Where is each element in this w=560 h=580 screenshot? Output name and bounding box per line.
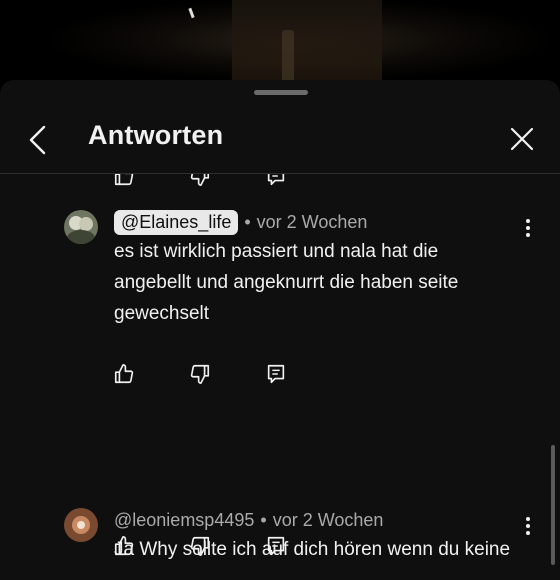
- comment-actions: [110, 532, 290, 560]
- thumbs-up-icon: [114, 536, 134, 556]
- scrollbar[interactable]: [551, 445, 555, 565]
- previous-comment-actions: [110, 174, 290, 190]
- video-frame-speck: [188, 7, 195, 19]
- avatar-image: [64, 210, 98, 244]
- reply-button[interactable]: [262, 360, 290, 388]
- dislike-button[interactable]: [186, 532, 214, 560]
- dislike-button[interactable]: [186, 360, 214, 388]
- avatar[interactable]: [64, 210, 98, 244]
- reply-icon: [267, 174, 285, 186]
- meta-separator: •: [260, 510, 267, 530]
- comment-author-handle[interactable]: @leoniemsp4495: [114, 510, 254, 531]
- comment-meta: @Elaines_life • vor 2 Wochen: [114, 210, 367, 235]
- thumbs-down-icon: [190, 174, 210, 186]
- comment-menu-button[interactable]: [520, 216, 536, 240]
- avatar-image: [64, 508, 98, 542]
- back-button[interactable]: [26, 124, 50, 156]
- like-button[interactable]: [110, 532, 138, 560]
- comment-text: es ist wirklich passiert und nala hat di…: [114, 241, 459, 324]
- thumbs-down-icon: [190, 364, 210, 384]
- chevron-left-icon: [29, 125, 46, 155]
- close-button[interactable]: [508, 125, 536, 153]
- more-vertical-icon: [520, 517, 536, 535]
- drag-handle[interactable]: [254, 90, 308, 95]
- comment-timestamp: vor 2 Wochen: [256, 212, 368, 232]
- reply-button[interactable]: [262, 532, 290, 560]
- thumbs-up-icon: [114, 364, 134, 384]
- more-vertical-icon: [520, 219, 536, 237]
- replies-sheet: Antworten @Elaines_life • vor 2 Wochen e…: [0, 80, 560, 580]
- avatar[interactable]: [64, 508, 98, 542]
- close-icon: [510, 127, 534, 151]
- like-button[interactable]: [110, 174, 138, 190]
- thumbs-down-icon: [190, 536, 210, 556]
- comment-menu-button[interactable]: [520, 514, 536, 538]
- replies-list[interactable]: @Elaines_life • vor 2 Wochen es ist wirk…: [0, 174, 560, 560]
- comment-actions: [110, 360, 290, 388]
- comment-author-handle[interactable]: @Elaines_life: [114, 210, 239, 235]
- reply-button[interactable]: [262, 174, 290, 190]
- like-button[interactable]: [110, 360, 138, 388]
- reply-icon: [267, 536, 285, 556]
- panel-title: Antworten: [88, 120, 224, 150]
- video-frame-shape: [232, 0, 382, 90]
- thumbs-up-icon: [114, 174, 134, 186]
- comment-timestamp: vor 2 Wochen: [272, 510, 384, 530]
- meta-separator: •: [244, 212, 251, 232]
- comment-meta: @leoniemsp4495 • vor 2 Wochen: [114, 510, 383, 531]
- dislike-button[interactable]: [186, 174, 214, 190]
- video-background: [0, 0, 560, 90]
- reply-icon: [267, 364, 285, 384]
